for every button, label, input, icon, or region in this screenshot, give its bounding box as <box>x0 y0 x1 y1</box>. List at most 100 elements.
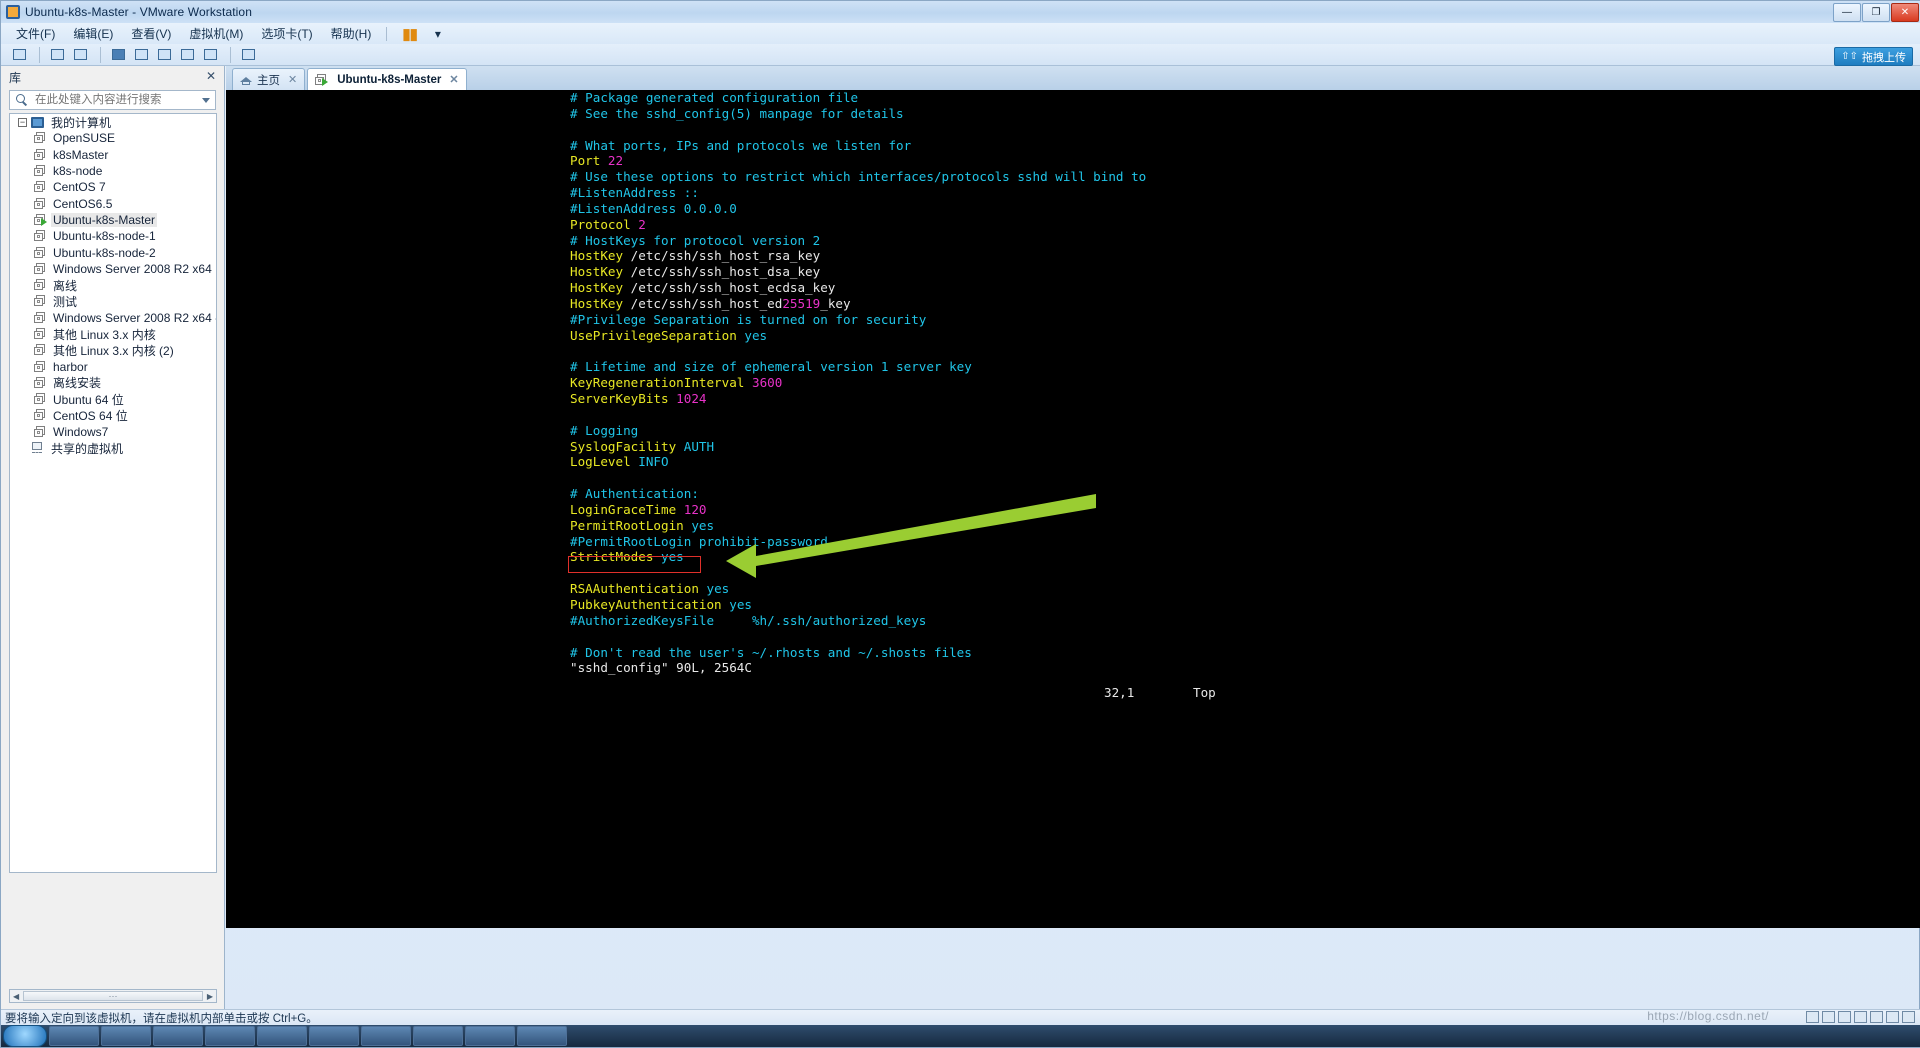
tab-ubuntu-k8s-master[interactable]: Ubuntu-k8s-Master ✕ <box>307 68 467 90</box>
tree-item[interactable]: 共享的虚拟机 <box>10 440 216 456</box>
tree-item[interactable]: Windows Server 2008 R2 x64 <box>10 261 216 277</box>
home-icon <box>240 74 252 85</box>
terminal-line: # Logging <box>226 423 1920 439</box>
display-icon[interactable] <box>1902 1011 1915 1023</box>
tree-item[interactable]: Ubuntu 64 位 <box>10 391 216 407</box>
vim-ruler: 32,1 <box>1104 685 1135 700</box>
taskbar-item[interactable] <box>101 1026 151 1046</box>
terminal-text-segment: # See the sshd_config(5) manpage for det… <box>570 105 904 121</box>
terminal-line: SyslogFacility AUTH <box>226 439 1920 455</box>
library-search-box[interactable] <box>9 90 216 110</box>
taskbar-item[interactable] <box>413 1026 463 1046</box>
tree-item[interactable]: Ubuntu-k8s-Master <box>10 212 216 228</box>
cd-drive-icon[interactable] <box>1822 1011 1835 1023</box>
menu-file[interactable]: 文件(F) <box>7 23 64 44</box>
thumbnail-bar-button[interactable] <box>200 46 220 64</box>
tab-home[interactable]: 主页 ✕ <box>232 68 306 90</box>
expander-toggle[interactable]: − <box>18 117 27 127</box>
taskbar-item[interactable] <box>309 1026 359 1046</box>
printer-icon[interactable] <box>1886 1011 1899 1023</box>
tree-item[interactable]: Ubuntu-k8s-node-1 <box>10 228 216 244</box>
network-icon[interactable] <box>1838 1011 1851 1023</box>
terminal-text-segment: HostKey <box>570 295 631 311</box>
scroll-left-icon[interactable]: ◀ <box>10 992 22 1001</box>
terminal-text-segment: yes <box>744 327 768 343</box>
menu-tabs[interactable]: 选项卡(T) <box>252 23 321 44</box>
usb-icon[interactable] <box>1854 1011 1867 1023</box>
tree-item[interactable]: CentOS 64 位 <box>10 407 216 423</box>
menu-vm[interactable]: 虚拟机(M) <box>180 23 252 44</box>
terminal-text-segment: # Use these options to restrict which in… <box>570 169 1147 185</box>
console-view-button[interactable] <box>154 46 174 64</box>
close-button[interactable]: ✕ <box>1891 3 1919 22</box>
preferences-button[interactable] <box>238 46 258 64</box>
taskbar-item[interactable] <box>205 1026 255 1046</box>
vm-console-screen[interactable]: # Package generated configuration file # … <box>226 90 1920 928</box>
vm-icon <box>34 295 46 307</box>
tree-item[interactable]: 离线 <box>10 277 216 293</box>
tree-item[interactable]: Windows Server 2008 R2 x64 -工 <box>10 310 216 326</box>
terminal-text-segment: LogLevel <box>570 454 639 470</box>
tree-item[interactable]: Windows7 <box>10 424 216 440</box>
menu-help[interactable]: 帮助(H) <box>322 23 381 44</box>
start-button[interactable] <box>3 1025 47 1047</box>
vm-library-tree[interactable]: − 我的计算机 OpenSUSE k8sMaster k8s-node CentOS 7C… <box>9 113 217 873</box>
terminal-line: Protocol 2 <box>226 217 1920 233</box>
close-icon[interactable]: ✕ <box>206 69 216 83</box>
tree-item[interactable]: CentOS 7 <box>10 179 216 195</box>
tree-item[interactable]: CentOS6.5 <box>10 195 216 211</box>
menu-edit[interactable]: 编辑(E) <box>64 23 122 44</box>
terminal-text-segment: #Privilege Separation is turned on for s… <box>570 311 927 327</box>
close-icon[interactable]: ✕ <box>288 73 297 86</box>
unity-button[interactable] <box>131 46 151 64</box>
chevron-down-icon[interactable] <box>202 98 210 103</box>
taskbar-item[interactable] <box>361 1026 411 1046</box>
computer-icon <box>31 116 44 128</box>
scrollbar-thumb[interactable]: ⋯ <box>23 991 203 1001</box>
tree-item-label: Windows7 <box>53 424 109 439</box>
library-icon <box>180 49 194 60</box>
tree-item[interactable]: 离线安装 <box>10 375 216 391</box>
taskbar-item[interactable] <box>153 1026 203 1046</box>
tree-item[interactable]: k8s-node <box>10 163 216 179</box>
terminal-text-segment: Protocol <box>570 216 639 232</box>
scroll-right-icon[interactable]: ▶ <box>204 992 216 1001</box>
taskbar-item[interactable] <box>465 1026 515 1046</box>
tree-item[interactable]: 其他 Linux 3.x 内核 <box>10 326 216 342</box>
vm-icon <box>34 132 46 144</box>
close-icon[interactable]: ✕ <box>449 73 458 86</box>
snapshot-manager-button[interactable] <box>70 46 90 64</box>
tree-item[interactable]: 其他 Linux 3.x 内核 (2) <box>10 342 216 358</box>
pause-icon[interactable]: ▮▮ <box>393 23 426 45</box>
tree-item[interactable]: − 我的计算机 <box>10 114 216 130</box>
minimize-button[interactable]: — <box>1833 3 1861 22</box>
tree-item[interactable]: 测试 <box>10 293 216 309</box>
menu-view[interactable]: 查看(V) <box>122 23 180 44</box>
terminal-text-segment: 22 <box>607 153 624 169</box>
revert-snapshot-button[interactable] <box>47 46 67 64</box>
search-input[interactable] <box>33 93 197 107</box>
drag-upload-button[interactable]: ⇧⇧ 拖拽上传 <box>1834 47 1913 66</box>
library-view-button[interactable] <box>177 46 197 64</box>
tree-item[interactable]: harbor <box>10 358 216 374</box>
taskbar-item[interactable] <box>517 1026 567 1046</box>
tree-item[interactable]: OpenSUSE <box>10 130 216 146</box>
tree-item[interactable]: k8sMaster <box>10 147 216 163</box>
terminal-line: HostKey /etc/ssh/ssh_host_rsa_key <box>226 248 1920 264</box>
terminal-line: HostKey /etc/ssh/ssh_host_dsa_key <box>226 264 1920 280</box>
chevron-down-icon[interactable]: ▾ <box>426 25 450 43</box>
maximize-button[interactable]: ❐ <box>1862 3 1890 22</box>
taskbar-item[interactable] <box>257 1026 307 1046</box>
terminal-text-segment: yes <box>706 581 730 597</box>
sound-icon[interactable] <box>1870 1011 1883 1023</box>
watermark-text: https://blog.csdn.net/ <box>1647 1009 1769 1023</box>
tree-item[interactable]: Ubuntu-k8s-node-2 <box>10 244 216 260</box>
camera-icon <box>12 49 26 60</box>
vm-icon <box>34 328 46 340</box>
taskbar-item[interactable] <box>49 1026 99 1046</box>
tree-item-label: Ubuntu-k8s-node-2 <box>53 245 156 260</box>
snapshot-button[interactable] <box>9 46 29 64</box>
full-screen-button[interactable] <box>108 46 128 64</box>
harddisk-icon[interactable] <box>1806 1011 1819 1023</box>
horizontal-scrollbar[interactable]: ◀ ⋯ ▶ <box>9 989 217 1003</box>
